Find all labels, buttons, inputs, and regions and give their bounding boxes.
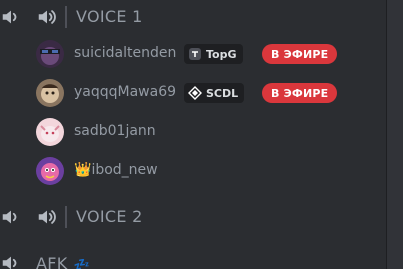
voice-user-row[interactable]: suicidaltenden TopG В ЭФИРЕ [36, 40, 386, 72]
avatar[interactable] [36, 40, 64, 68]
speaker-icon[interactable] [0, 206, 22, 228]
channel-name-text: AFK [36, 254, 68, 269]
username: suicidaltenden [74, 45, 177, 61]
voice-channel-afk[interactable]: AFK 💤 [0, 248, 200, 269]
channel-divider [65, 6, 67, 28]
voice-user-row[interactable]: 👑ibod_new [36, 157, 386, 189]
avatar[interactable] [36, 79, 64, 107]
speaker-icon[interactable] [0, 6, 22, 28]
username: 👑ibod_new [74, 162, 158, 178]
avatar[interactable] [36, 118, 64, 146]
username: yaqqqMawa69 [74, 84, 177, 100]
topg-icon [189, 48, 201, 60]
server-tag-label: TopG [206, 47, 237, 61]
voice-channel-icon [38, 10, 56, 24]
channel-divider [65, 206, 67, 228]
voice-channel-icon [38, 210, 56, 224]
zzz-icon: 💤 [73, 258, 91, 269]
diamond-icon [188, 86, 202, 100]
voice-channel-list: VOICE 1 suicidaltenden TopG В ЭФИРЕ yaqq… [0, 0, 403, 269]
voice-user-row[interactable]: yaqqqMawa69 SCDL В ЭФИРЕ [36, 79, 386, 111]
server-tag[interactable]: TopG [184, 44, 243, 64]
channel-name: AFK 💤 [36, 254, 90, 269]
server-tag-label: SCDL [206, 86, 239, 100]
username-text: ibod_new [91, 162, 158, 178]
voice-user-row[interactable]: sadb01jann [36, 118, 386, 150]
channel-name: VOICE 2 [76, 207, 143, 226]
speaker-icon[interactable] [0, 252, 22, 269]
right-panel [386, 0, 403, 269]
live-badge: В ЭФИРЕ [262, 44, 338, 64]
voice-channel-1[interactable]: VOICE 1 [0, 2, 200, 32]
server-tag[interactable]: SCDL [184, 83, 245, 103]
username: sadb01jann [74, 123, 156, 139]
crown-icon: 👑 [74, 162, 92, 178]
live-badge: В ЭФИРЕ [262, 83, 338, 103]
channel-name: VOICE 1 [76, 7, 143, 26]
voice-channel-2[interactable]: VOICE 2 [0, 202, 200, 232]
avatar[interactable] [36, 157, 64, 185]
